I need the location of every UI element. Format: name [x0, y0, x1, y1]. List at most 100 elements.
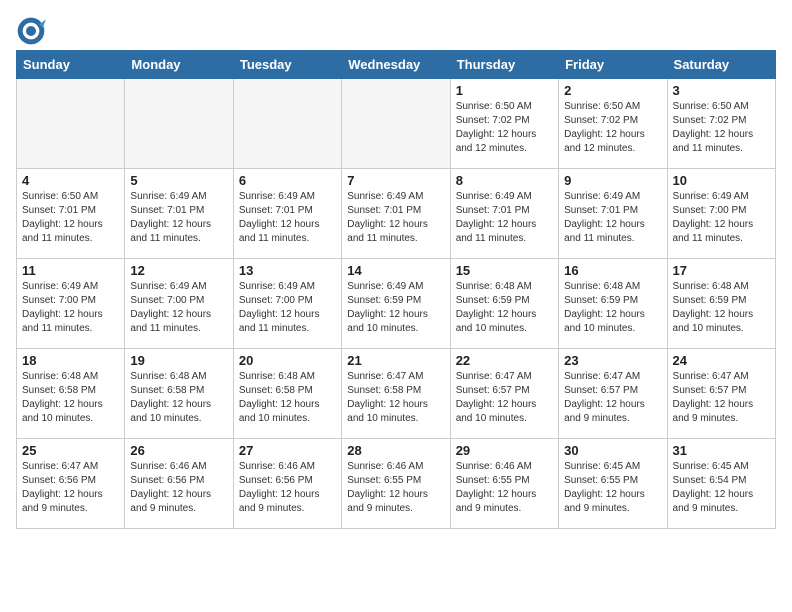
day-info: Sunrise: 6:48 AMSunset: 6:59 PMDaylight:…: [456, 280, 553, 336]
day-number: 6: [239, 173, 336, 188]
day-cell: 10 Sunrise: 6:49 AMSunset: 7:00 PMDayligh…: [667, 169, 775, 259]
day-info: Sunrise: 6:49 AMSunset: 7:01 PMDaylight:…: [564, 190, 661, 246]
col-header-monday: Monday: [125, 51, 233, 79]
day-cell: 23 Sunrise: 6:47 AMSunset: 6:57 PMDayligh…: [559, 349, 667, 439]
day-info: Sunrise: 6:49 AMSunset: 7:00 PMDaylight:…: [22, 280, 119, 336]
day-info: Sunrise: 6:48 AMSunset: 6:58 PMDaylight:…: [130, 370, 227, 426]
day-number: 26: [130, 443, 227, 458]
day-cell: 20 Sunrise: 6:48 AMSunset: 6:58 PMDayligh…: [233, 349, 341, 439]
day-number: 2: [564, 83, 661, 98]
day-number: 12: [130, 263, 227, 278]
day-cell: 28 Sunrise: 6:46 AMSunset: 6:55 PMDayligh…: [342, 439, 450, 529]
day-cell: [342, 79, 450, 169]
week-row-5: 25Sunrise: 6:47 AMSunset: 6:56 PMDayligh…: [17, 439, 776, 529]
day-info: Sunrise: 6:48 AMSunset: 6:58 PMDaylight:…: [22, 370, 119, 426]
day-cell: [125, 79, 233, 169]
day-info: Sunrise: 6:50 AMSunset: 7:02 PMDaylight:…: [564, 100, 661, 156]
day-number: 29: [456, 443, 553, 458]
day-number: 15: [456, 263, 553, 278]
day-cell: 27Sunrise: 6:46 AMSunset: 6:56 PMDayligh…: [233, 439, 341, 529]
day-info: Sunrise: 6:49 AMSunset: 7:00 PMDaylight:…: [239, 280, 336, 336]
day-cell: 2 Sunrise: 6:50 AMSunset: 7:02 PMDaylight…: [559, 79, 667, 169]
day-cell: [17, 79, 125, 169]
day-cell: 19 Sunrise: 6:48 AMSunset: 6:58 PMDayligh…: [125, 349, 233, 439]
day-cell: 18 Sunrise: 6:48 AMSunset: 6:58 PMDayligh…: [17, 349, 125, 439]
week-row-4: 18 Sunrise: 6:48 AMSunset: 6:58 PMDayligh…: [17, 349, 776, 439]
day-number: 9: [564, 173, 661, 188]
day-cell: 30Sunrise: 6:45 AMSunset: 6:55 PMDayligh…: [559, 439, 667, 529]
col-header-thursday: Thursday: [450, 51, 558, 79]
col-header-sunday: Sunday: [17, 51, 125, 79]
col-header-wednesday: Wednesday: [342, 51, 450, 79]
day-cell: 15 Sunrise: 6:48 AMSunset: 6:59 PMDayligh…: [450, 259, 558, 349]
day-info: Sunrise: 6:48 AMSunset: 6:59 PMDaylight:…: [673, 280, 770, 336]
day-number: 5: [130, 173, 227, 188]
week-row-2: 4 Sunrise: 6:50 AMSunset: 7:01 PMDaylight…: [17, 169, 776, 259]
day-number: 3: [673, 83, 770, 98]
day-number: 24: [673, 353, 770, 368]
day-number: 31: [673, 443, 770, 458]
day-cell: 16 Sunrise: 6:48 AMSunset: 6:59 PMDayligh…: [559, 259, 667, 349]
day-info: Sunrise: 6:49 AMSunset: 7:01 PMDaylight:…: [239, 190, 336, 246]
day-cell: 1 Sunrise: 6:50 AMSunset: 7:02 PMDaylight…: [450, 79, 558, 169]
logo: [16, 16, 50, 46]
day-info: Sunrise: 6:45 AMSunset: 6:54 PMDaylight:…: [673, 460, 770, 516]
day-cell: 9 Sunrise: 6:49 AMSunset: 7:01 PMDaylight…: [559, 169, 667, 259]
day-cell: 17 Sunrise: 6:48 AMSunset: 6:59 PMDayligh…: [667, 259, 775, 349]
day-cell: 13 Sunrise: 6:49 AMSunset: 7:00 PMDayligh…: [233, 259, 341, 349]
day-number: 8: [456, 173, 553, 188]
day-cell: 31 Sunrise: 6:45 AMSunset: 6:54 PMDayligh…: [667, 439, 775, 529]
day-number: 16: [564, 263, 661, 278]
day-number: 23: [564, 353, 661, 368]
day-info: Sunrise: 6:47 AMSunset: 6:58 PMDaylight:…: [347, 370, 444, 426]
week-row-1: 1 Sunrise: 6:50 AMSunset: 7:02 PMDaylight…: [17, 79, 776, 169]
day-info: Sunrise: 6:48 AMSunset: 6:58 PMDaylight:…: [239, 370, 336, 426]
day-number: 17: [673, 263, 770, 278]
day-info: Sunrise: 6:46 AMSunset: 6:56 PMDaylight:…: [130, 460, 227, 516]
day-number: 4: [22, 173, 119, 188]
day-cell: 14Sunrise: 6:49 AMSunset: 6:59 PMDayligh…: [342, 259, 450, 349]
page-header: [16, 16, 776, 46]
day-cell: 21 Sunrise: 6:47 AMSunset: 6:58 PMDayligh…: [342, 349, 450, 439]
day-number: 25: [22, 443, 119, 458]
day-info: Sunrise: 6:50 AMSunset: 7:02 PMDaylight:…: [456, 100, 553, 156]
day-number: 11: [22, 263, 119, 278]
day-cell: 11 Sunrise: 6:49 AMSunset: 7:00 PMDayligh…: [17, 259, 125, 349]
day-info: Sunrise: 6:48 AMSunset: 6:59 PMDaylight:…: [564, 280, 661, 336]
day-number: 10: [673, 173, 770, 188]
day-info: Sunrise: 6:49 AMSunset: 7:00 PMDaylight:…: [130, 280, 227, 336]
day-cell: 4 Sunrise: 6:50 AMSunset: 7:01 PMDaylight…: [17, 169, 125, 259]
day-info: Sunrise: 6:50 AMSunset: 7:01 PMDaylight:…: [22, 190, 119, 246]
day-number: 18: [22, 353, 119, 368]
day-cell: 29Sunrise: 6:46 AMSunset: 6:55 PMDayligh…: [450, 439, 558, 529]
day-info: Sunrise: 6:45 AMSunset: 6:55 PMDaylight:…: [564, 460, 661, 516]
day-cell: 6 Sunrise: 6:49 AMSunset: 7:01 PMDaylight…: [233, 169, 341, 259]
day-cell: 25Sunrise: 6:47 AMSunset: 6:56 PMDayligh…: [17, 439, 125, 529]
day-cell: 8Sunrise: 6:49 AMSunset: 7:01 PMDaylight…: [450, 169, 558, 259]
day-info: Sunrise: 6:47 AMSunset: 6:57 PMDaylight:…: [564, 370, 661, 426]
day-info: Sunrise: 6:49 AMSunset: 6:59 PMDaylight:…: [347, 280, 444, 336]
day-info: Sunrise: 6:49 AMSunset: 7:00 PMDaylight:…: [673, 190, 770, 246]
col-header-saturday: Saturday: [667, 51, 775, 79]
day-info: Sunrise: 6:46 AMSunset: 6:56 PMDaylight:…: [239, 460, 336, 516]
day-number: 1: [456, 83, 553, 98]
calendar-table: SundayMondayTuesdayWednesdayThursdayFrid…: [16, 50, 776, 529]
day-cell: 12 Sunrise: 6:49 AMSunset: 7:00 PMDayligh…: [125, 259, 233, 349]
day-cell: 3 Sunrise: 6:50 AMSunset: 7:02 PMDaylight…: [667, 79, 775, 169]
day-info: Sunrise: 6:46 AMSunset: 6:55 PMDaylight:…: [347, 460, 444, 516]
day-number: 21: [347, 353, 444, 368]
day-cell: 24 Sunrise: 6:47 AMSunset: 6:57 PMDayligh…: [667, 349, 775, 439]
day-number: 13: [239, 263, 336, 278]
day-info: Sunrise: 6:49 AMSunset: 7:01 PMDaylight:…: [347, 190, 444, 246]
day-info: Sunrise: 6:49 AMSunset: 7:01 PMDaylight:…: [130, 190, 227, 246]
day-cell: 26 Sunrise: 6:46 AMSunset: 6:56 PMDayligh…: [125, 439, 233, 529]
day-number: 20: [239, 353, 336, 368]
day-info: Sunrise: 6:47 AMSunset: 6:57 PMDaylight:…: [673, 370, 770, 426]
day-cell: 7 Sunrise: 6:49 AMSunset: 7:01 PMDaylight…: [342, 169, 450, 259]
week-row-3: 11 Sunrise: 6:49 AMSunset: 7:00 PMDayligh…: [17, 259, 776, 349]
day-info: Sunrise: 6:50 AMSunset: 7:02 PMDaylight:…: [673, 100, 770, 156]
day-number: 7: [347, 173, 444, 188]
col-header-tuesday: Tuesday: [233, 51, 341, 79]
day-number: 19: [130, 353, 227, 368]
day-number: 28: [347, 443, 444, 458]
